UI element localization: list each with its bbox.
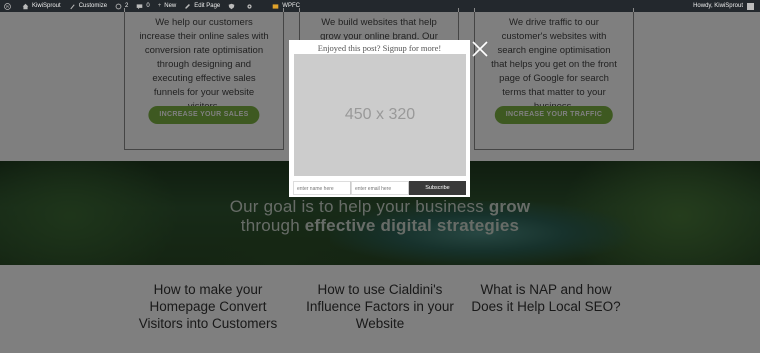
popup-title: Enjoyed this post? Signup for more! [317,43,442,53]
home-icon [22,3,29,9]
wordpress-logo[interactable]: W [0,0,18,12]
subscribe-button[interactable]: Subscribe [409,181,466,195]
signup-popup: Enjoyed this post? Signup for more! 450 … [289,40,470,197]
brush-icon [70,3,75,9]
email-input[interactable]: enter email here [351,181,409,195]
refresh-icon [115,3,122,9]
wordpress-icon: W [4,2,11,10]
site-name-link[interactable]: KiwiSprout [18,0,65,12]
close-popup-button[interactable] [471,40,489,58]
greeting: Howdy, KiwiSprout [693,3,743,9]
account-menu[interactable]: Howdy, KiwiSprout [693,2,760,10]
placeholder-image: 450 x 320 [294,54,466,176]
wpfc-label: WPFC [282,3,300,9]
svg-text:W: W [6,4,10,9]
customize-label: Customize [78,3,108,9]
image-size-label: 450 x 320 [344,106,416,123]
name-input[interactable]: enter name here [293,181,351,195]
avatar [747,2,754,10]
close-icon [472,41,488,57]
customize-link[interactable]: Customize [65,0,111,12]
site-name: KiwiSprout [32,3,61,9]
